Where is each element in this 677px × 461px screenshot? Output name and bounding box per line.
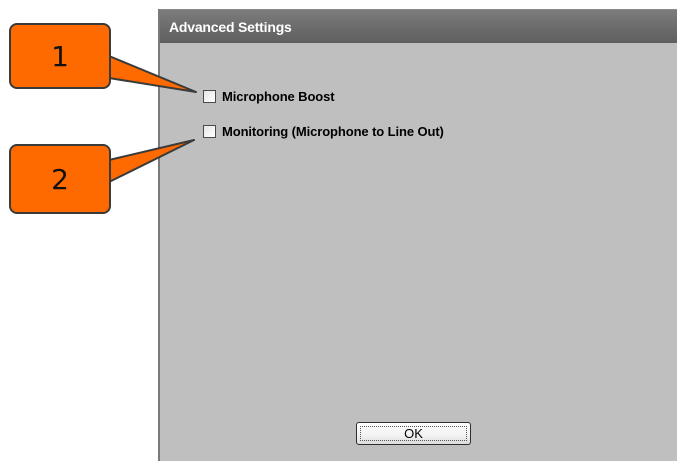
callout-2-pointer bbox=[108, 139, 195, 183]
callout-2: 2 bbox=[9, 144, 111, 214]
screenshot-stage: Advanced Settings Microphone Boost Monit… bbox=[0, 0, 677, 461]
callout-2-number: 2 bbox=[51, 162, 69, 196]
callout-1: 1 bbox=[9, 23, 111, 89]
callout-1-number: 1 bbox=[51, 39, 69, 73]
callout-1-pointer bbox=[108, 55, 197, 93]
